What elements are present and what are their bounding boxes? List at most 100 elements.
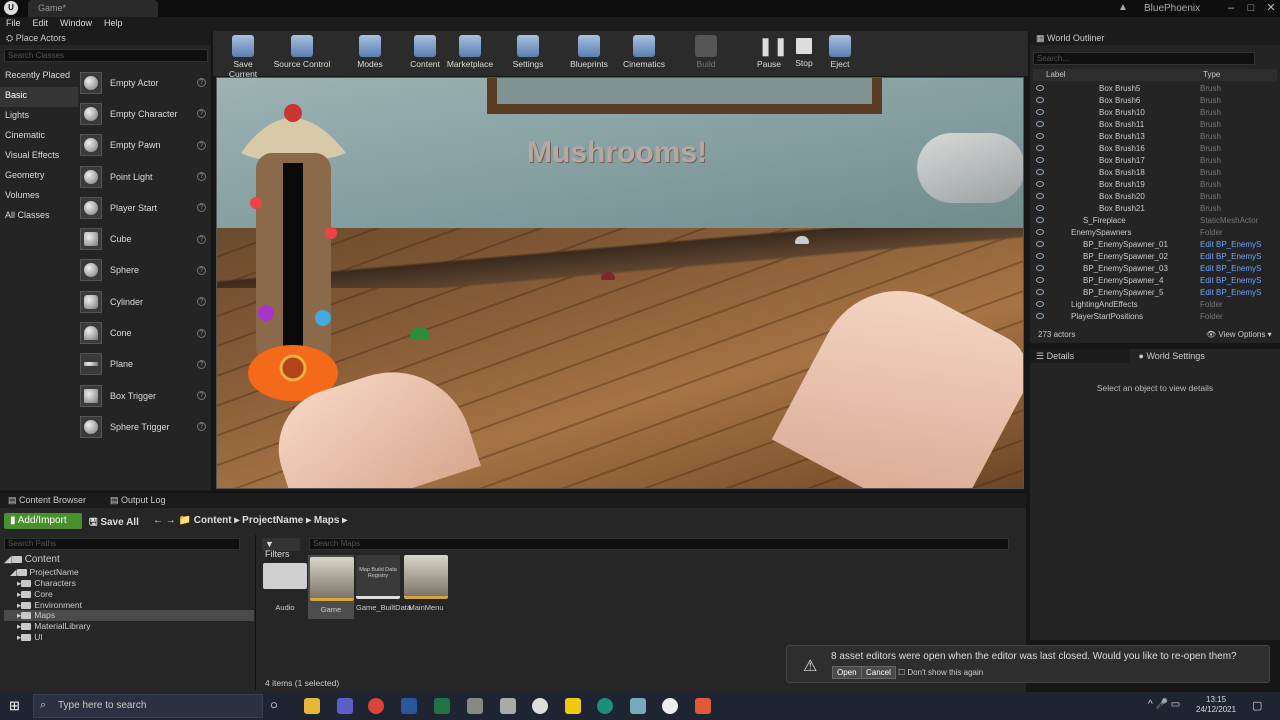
visibility-eye-icon[interactable] [1036, 205, 1044, 211]
outliner-row[interactable]: Box Brush16 Brush [1033, 143, 1277, 155]
taskbar-search-input[interactable]: Type here to search [33, 694, 263, 718]
outliner-row[interactable]: Box Brush20 Brush [1033, 191, 1277, 203]
outliner-row-type[interactable]: Edit BP_EnemyS [1200, 240, 1261, 249]
asset-tile[interactable]: Audio [263, 555, 307, 612]
asset-tile[interactable]: Map Build Data Registry Game_BuiltData [356, 555, 411, 612]
path-search-input[interactable]: Search Paths [4, 538, 240, 550]
blueprints-button[interactable]: Blueprints [566, 31, 612, 76]
settings-button[interactable]: Settings [509, 31, 547, 76]
outliner-row-type[interactable]: Edit BP_EnemyS [1200, 252, 1261, 261]
actor-item[interactable]: Box Trigger? [80, 380, 210, 411]
visibility-eye-icon[interactable] [1036, 277, 1044, 283]
app-icon[interactable] [597, 698, 613, 714]
view-options-button[interactable]: 👁 View Options ▾ [1206, 330, 1272, 339]
outliner-search-input[interactable]: Search... [1033, 52, 1255, 65]
cat-lights[interactable]: Lights [0, 107, 78, 127]
app-icon[interactable] [467, 698, 483, 714]
help-icon[interactable]: ? [197, 172, 206, 182]
col-label[interactable]: Label [1046, 70, 1066, 79]
outliner-row-type[interactable]: Edit BP_EnemyS [1200, 288, 1261, 297]
outliner-row[interactable]: Box Brush17 Brush [1033, 155, 1277, 167]
cinematics-button[interactable]: Cinematics [621, 31, 667, 76]
outliner-row[interactable]: BP_EnemySpawner_4 Edit BP_EnemyS [1033, 275, 1277, 287]
visibility-eye-icon[interactable] [1036, 157, 1044, 163]
tree-item-selected[interactable]: ▸ Maps [4, 610, 254, 621]
game-viewport[interactable]: Mushrooms! [216, 77, 1024, 489]
help-icon[interactable]: ? [197, 265, 206, 275]
outliner-row[interactable]: S_Fireplace StaticMeshActor [1033, 215, 1277, 227]
outliner-row[interactable]: EnemySpawners Folder [1033, 227, 1277, 239]
visibility-eye-icon[interactable] [1036, 121, 1044, 127]
actor-item[interactable]: Empty Pawn? [80, 130, 210, 161]
teams-icon[interactable] [337, 698, 353, 714]
minimize-icon[interactable]: – [1222, 0, 1240, 17]
tree-item[interactable]: ◢ ProjectName [10, 567, 79, 578]
visibility-eye-icon[interactable] [1036, 253, 1044, 259]
source-control-button[interactable]: Source Control [271, 31, 333, 76]
visibility-eye-icon[interactable] [1036, 313, 1044, 319]
document-tab[interactable]: Game* [28, 0, 158, 17]
visibility-eye-icon[interactable] [1036, 241, 1044, 247]
visibility-eye-icon[interactable] [1036, 85, 1044, 91]
chrome-icon[interactable] [368, 698, 384, 714]
open-button[interactable]: Open [832, 666, 862, 679]
visibility-eye-icon[interactable] [1036, 145, 1044, 151]
menu-file[interactable]: File [0, 17, 27, 29]
notifications-icon[interactable]: ▢ [1252, 699, 1262, 712]
cat-basic[interactable]: Basic [0, 87, 78, 107]
visibility-eye-icon[interactable] [1036, 97, 1044, 103]
actor-item[interactable]: Sphere? [80, 255, 210, 286]
world-outliner-tab[interactable]: ▦ World Outliner [1030, 31, 1280, 45]
content-browser-tab[interactable]: ▤ Content Browser [8, 495, 86, 506]
crumb-content[interactable]: Content [194, 515, 232, 526]
cat-recently-placed[interactable]: Recently Placed [0, 67, 78, 87]
calculator-icon[interactable] [500, 698, 516, 714]
outliner-row[interactable]: BP_EnemySpawner_03 Edit BP_EnemyS [1033, 263, 1277, 275]
outliner-row[interactable]: Box Brush5 Brush [1033, 83, 1277, 95]
visibility-eye-icon[interactable] [1036, 133, 1044, 139]
actor-item[interactable]: Player Start? [80, 192, 210, 223]
tree-item[interactable]: ◢ Content [4, 554, 60, 565]
outliner-row[interactable]: BP_EnemySpawner_5 Edit BP_EnemyS [1033, 287, 1277, 299]
visibility-eye-icon[interactable] [1036, 217, 1044, 223]
outliner-row[interactable]: BP_EnemySpawner_02 Edit BP_EnemyS [1033, 251, 1277, 263]
details-tab[interactable]: ☰ Details [1030, 349, 1130, 363]
save-current-button[interactable]: Save Current [218, 31, 268, 79]
cancel-button[interactable]: Cancel [861, 666, 896, 679]
actor-item[interactable]: Plane? [80, 349, 210, 380]
build-button[interactable]: Build [689, 31, 723, 76]
crumb-projectname[interactable]: ProjectName [242, 515, 303, 526]
actor-item[interactable]: Point Light? [80, 161, 210, 192]
help-icon[interactable]: ? [197, 422, 206, 432]
stop-button[interactable]: Stop [789, 31, 819, 76]
menu-help[interactable]: Help [98, 17, 129, 29]
outliner-row[interactable]: Box Brush11 Brush [1033, 119, 1277, 131]
filters-button[interactable]: ▼ Filters [262, 538, 300, 559]
help-icon[interactable]: ? [197, 234, 206, 244]
outliner-row[interactable]: PlayerStartPositions Folder [1033, 311, 1277, 323]
help-icon[interactable]: ? [197, 78, 206, 88]
actor-item[interactable]: Cone? [80, 317, 210, 348]
outliner-row-type[interactable]: Edit BP_EnemyS [1200, 264, 1261, 273]
outliner-row[interactable]: Box Brush6 Brush [1033, 95, 1277, 107]
outliner-row[interactable]: Box Brush21 Brush [1033, 203, 1277, 215]
actor-item[interactable]: Cube? [80, 223, 210, 254]
asset-tile-selected[interactable]: Game [308, 555, 354, 619]
tree-item[interactable]: ▸ Core [17, 589, 53, 600]
crumb-maps[interactable]: Maps [314, 515, 340, 526]
outliner-row-type[interactable]: Edit BP_EnemyS [1200, 276, 1261, 285]
add-import-button[interactable]: ▮ Add/Import [4, 513, 82, 529]
eject-button[interactable]: Eject [825, 31, 855, 76]
place-actors-tab[interactable]: ⛭ Place Actors [0, 31, 211, 45]
cat-visual-effects[interactable]: Visual Effects [0, 147, 78, 167]
help-icon[interactable]: ? [197, 391, 206, 401]
tree-item[interactable]: ▸ Characters [17, 578, 76, 589]
visibility-eye-icon[interactable] [1036, 289, 1044, 295]
word-icon[interactable] [401, 698, 417, 714]
help-icon[interactable]: ? [197, 140, 206, 150]
visibility-eye-icon[interactable] [1036, 229, 1044, 235]
outliner-row[interactable]: LightingAndEffects Folder [1033, 299, 1277, 311]
excel-icon[interactable] [434, 698, 450, 714]
outliner-row[interactable]: BP_EnemySpawner_01 Edit BP_EnemyS [1033, 239, 1277, 251]
help-icon[interactable]: ? [197, 359, 206, 369]
